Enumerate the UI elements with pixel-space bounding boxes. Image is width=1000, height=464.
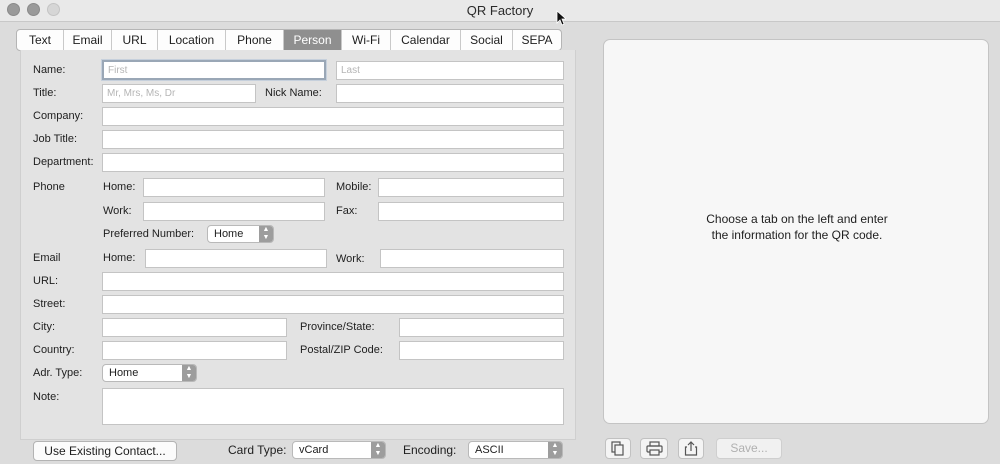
country-label: Country: (33, 344, 75, 356)
nickname-label: Nick Name: (265, 87, 322, 99)
postal-code-input[interactable] (399, 341, 564, 360)
phone-work-label: Work: (103, 205, 132, 217)
copy-button[interactable] (605, 438, 631, 459)
nickname-input[interactable] (336, 84, 564, 103)
preview-message-line-2: the information for the QR code. (711, 228, 883, 242)
tab-url[interactable]: URL (112, 30, 158, 50)
preview-message: Choose a tab on the left and enter the i… (604, 211, 990, 243)
title-bar: QR Factory (0, 0, 1000, 22)
tab-phone[interactable]: Phone (226, 30, 284, 50)
phone-fax-input[interactable] (378, 202, 564, 221)
chevron-updown-icon: ▲ ▼ (371, 442, 385, 458)
encoding-label: Encoding: (403, 443, 457, 457)
address-type-label: Adr. Type: (33, 367, 83, 379)
preferred-number-label: Preferred Number: (103, 228, 195, 240)
tab-calendar[interactable]: Calendar (391, 30, 461, 50)
email-section-label: Email (33, 252, 61, 264)
mouse-cursor-icon (556, 10, 566, 26)
city-label: City: (33, 321, 55, 333)
tab-social[interactable]: Social (461, 30, 513, 50)
tab-text[interactable]: Text (17, 30, 64, 50)
preview-message-line-1: Choose a tab on the left and enter (706, 212, 888, 226)
window-title: QR Factory (466, 3, 534, 18)
province-label: Province/State: (300, 321, 375, 333)
email-work-label: Work: (336, 253, 365, 265)
copy-icon (611, 441, 624, 456)
note-textarea[interactable] (102, 388, 564, 425)
company-label: Company: (33, 110, 84, 122)
card-type-value: vCard (299, 444, 329, 456)
department-label: Department: (33, 156, 94, 168)
print-button[interactable] (640, 438, 668, 459)
url-label: URL: (33, 275, 59, 287)
address-type-select[interactable]: Home ▲ ▼ (102, 364, 197, 382)
card-type-label: Card Type: (228, 443, 287, 457)
phone-mobile-label: Mobile: (336, 181, 372, 193)
encoding-value: ASCII (475, 444, 504, 456)
company-input[interactable] (102, 107, 564, 126)
chevron-updown-icon: ▲ ▼ (548, 442, 562, 458)
qr-preview-area: Choose a tab on the left and enter the i… (603, 39, 989, 424)
phone-home-input[interactable] (143, 178, 325, 197)
preferred-number-select[interactable]: Home ▲ ▼ (207, 225, 274, 243)
country-input[interactable] (102, 341, 287, 360)
first-name-input[interactable] (102, 60, 326, 80)
tab-email[interactable]: Email (64, 30, 112, 50)
street-label: Street: (33, 298, 66, 310)
save-button[interactable]: Save... (716, 438, 782, 459)
encoding-select[interactable]: ASCII ▲ ▼ (468, 441, 563, 459)
phone-home-label: Home: (103, 181, 136, 193)
job-title-input[interactable] (102, 130, 564, 149)
phone-section-label: Phone (33, 181, 65, 193)
postal-code-label: Postal/ZIP Code: (300, 344, 383, 356)
preferred-number-value: Home (214, 228, 244, 240)
tab-sepa[interactable]: SEPA (513, 30, 561, 50)
title-input[interactable] (102, 84, 256, 103)
last-name-input[interactable] (336, 61, 564, 80)
email-home-input[interactable] (145, 249, 327, 268)
title-label: Title: (33, 87, 57, 99)
person-form-panel: Name: Title: Nick Name: Company: Job Tit… (20, 50, 576, 440)
province-input[interactable] (399, 318, 564, 337)
share-icon (684, 441, 698, 456)
card-type-select[interactable]: vCard ▲ ▼ (292, 441, 386, 459)
job-title-label: Job Title: (33, 133, 78, 145)
chevron-updown-icon: ▲ ▼ (182, 365, 196, 381)
phone-fax-label: Fax: (336, 205, 358, 217)
department-input[interactable] (102, 153, 564, 172)
tab-location[interactable]: Location (158, 30, 226, 50)
name-label: Name: (33, 64, 66, 76)
note-label: Note: (33, 391, 60, 403)
address-type-value: Home (109, 367, 139, 379)
use-existing-contact-button[interactable]: Use Existing Contact... (33, 441, 177, 461)
tab-person[interactable]: Person (284, 30, 342, 50)
chevron-updown-icon: ▲ ▼ (259, 226, 273, 242)
phone-mobile-input[interactable] (378, 178, 564, 197)
share-button[interactable] (678, 438, 704, 459)
tab-bar: Text Email URL Location Phone Person Wi-… (16, 29, 562, 51)
email-home-label: Home: (103, 252, 136, 264)
city-input[interactable] (102, 318, 287, 337)
print-icon (646, 441, 663, 456)
street-input[interactable] (102, 295, 564, 314)
phone-work-input[interactable] (143, 202, 325, 221)
email-work-input[interactable] (380, 249, 564, 268)
url-input[interactable] (102, 272, 564, 291)
tab-wifi[interactable]: Wi-Fi (342, 30, 391, 50)
